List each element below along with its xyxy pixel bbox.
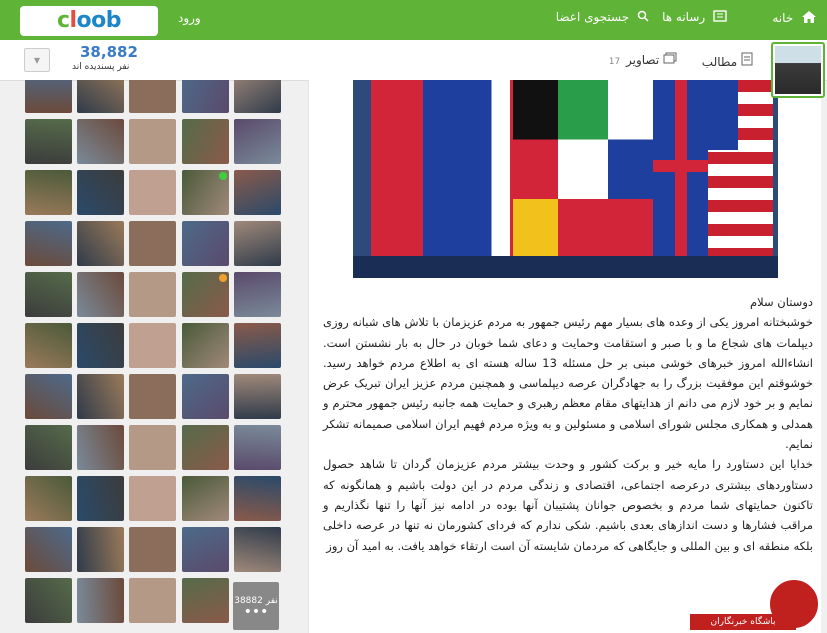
follower-avatar[interactable]	[233, 119, 281, 164]
follower-avatar[interactable]	[129, 221, 177, 266]
nav-home[interactable]: خانه	[772, 10, 817, 27]
follower-avatar[interactable]	[77, 578, 125, 623]
post-body: دوستان سلام خوشبختانه امروز یکی از وعده …	[323, 292, 813, 556]
table-edge	[353, 256, 778, 278]
post-card: دوستان سلام خوشبختانه امروز یکی از وعده …	[308, 80, 821, 633]
watermark-label: باشگاه خبرنگاران	[690, 614, 796, 630]
follower-avatar[interactable]	[181, 119, 229, 164]
follower-avatar[interactable]	[233, 323, 281, 368]
photos-count-badge: 17	[608, 57, 621, 67]
follower-avatar[interactable]	[25, 272, 72, 317]
likes-label: نفر پسندیده اند	[72, 62, 130, 72]
nav-member-search[interactable]: جستجوی اعضا	[556, 10, 649, 25]
follower-avatar[interactable]	[233, 221, 281, 266]
follower-avatar[interactable]	[129, 170, 177, 215]
flag-usa	[708, 80, 773, 260]
ellipsis-icon: •••	[243, 604, 269, 620]
nav-media[interactable]: رسانه ها	[662, 10, 727, 25]
follower-avatar[interactable]	[25, 170, 72, 215]
follower-avatar[interactable]	[25, 527, 72, 572]
media-icon	[713, 10, 727, 25]
follower-avatar[interactable]	[77, 323, 125, 368]
follower-avatar[interactable]	[129, 476, 177, 521]
follower-avatar[interactable]	[181, 221, 229, 266]
follower-avatar[interactable]	[129, 527, 177, 572]
follower-avatar[interactable]	[25, 476, 72, 521]
document-icon	[737, 52, 753, 69]
options-dropdown[interactable]: ▾	[24, 48, 50, 72]
follower-avatar[interactable]	[181, 374, 229, 419]
follower-avatar[interactable]	[25, 578, 72, 623]
nav-media-label: رسانه ها	[662, 10, 706, 24]
follower-avatar[interactable]	[233, 80, 281, 113]
follower-avatar[interactable]	[77, 119, 125, 164]
chevron-down-icon: ▾	[33, 53, 41, 67]
more-followers-button[interactable]: 38882 نفر •••	[233, 582, 279, 630]
tab-photos[interactable]: تصاویر 17	[609, 52, 677, 67]
follower-avatar[interactable]	[25, 80, 72, 113]
follower-avatar[interactable]	[181, 527, 229, 572]
login-link[interactable]: ورود	[178, 11, 201, 25]
profile-avatar[interactable]	[771, 42, 825, 98]
followers-grid	[22, 80, 284, 633]
flag-uk	[653, 80, 709, 260]
follower-avatar[interactable]	[77, 272, 125, 317]
follower-avatar[interactable]	[129, 119, 177, 164]
follower-avatar[interactable]	[233, 374, 281, 419]
photos-icon	[659, 52, 677, 67]
follower-avatar[interactable]	[77, 80, 125, 113]
page-subbar: ▾ 38,882 نفر پسندیده اند تصاویر 17 مطالب	[0, 40, 827, 81]
follower-avatar[interactable]	[77, 170, 125, 215]
follower-avatar[interactable]	[233, 425, 281, 470]
likes-count[interactable]: 38,882	[80, 43, 138, 61]
post-image[interactable]	[353, 80, 778, 278]
tab-posts-label: مطالب	[701, 55, 738, 69]
follower-avatar[interactable]	[181, 323, 229, 368]
follower-avatar[interactable]	[25, 119, 72, 164]
away-status-indicator	[219, 274, 227, 282]
follower-avatar[interactable]	[233, 527, 281, 572]
home-icon	[801, 10, 817, 27]
follower-avatar[interactable]	[77, 221, 125, 266]
follower-avatar[interactable]	[181, 425, 229, 470]
flag-eu	[423, 80, 479, 260]
follower-avatar[interactable]	[233, 476, 281, 521]
follower-avatar[interactable]	[129, 272, 177, 317]
follower-avatar[interactable]	[77, 374, 125, 419]
follower-avatar[interactable]	[77, 527, 125, 572]
follower-avatar[interactable]	[181, 80, 229, 113]
watermark-logo: باشگاه خبرنگاران	[690, 578, 820, 630]
follower-avatar[interactable]	[77, 425, 125, 470]
follower-avatar[interactable]	[181, 578, 229, 623]
follower-avatar[interactable]	[25, 323, 72, 368]
follower-avatar[interactable]	[25, 425, 72, 470]
post-paragraph: خدایا این دستاورد را مایه خیر و برکت کشو…	[323, 457, 813, 553]
follower-avatar[interactable]	[129, 578, 177, 623]
follower-avatar[interactable]	[129, 425, 177, 470]
tab-photos-label: تصاویر	[626, 53, 660, 67]
cloob-logo[interactable]: cloob	[20, 6, 158, 36]
follower-avatar[interactable]	[25, 221, 72, 266]
flag-china	[371, 80, 427, 260]
tab-posts[interactable]: مطالب	[702, 52, 753, 69]
follower-avatar[interactable]	[129, 323, 177, 368]
search-icon	[637, 10, 649, 25]
post-greeting: دوستان سلام	[749, 295, 813, 309]
follower-avatar[interactable]	[233, 272, 281, 317]
follower-avatar[interactable]	[233, 170, 281, 215]
post-paragraph: خوشبختانه امروز یکی از وعده های بسیار مه…	[323, 315, 814, 452]
top-navbar: cloob ورود جستجوی اعضا رسانه ها خانه	[0, 0, 827, 40]
nav-member-search-label: جستجوی اعضا	[555, 10, 630, 24]
nav-home-label: خانه	[772, 11, 794, 25]
online-status-indicator	[219, 172, 227, 180]
follower-avatar[interactable]	[129, 374, 177, 419]
follower-avatar[interactable]	[129, 80, 177, 113]
profile-photo	[775, 46, 821, 94]
follower-avatar[interactable]	[77, 476, 125, 521]
follower-avatar[interactable]	[25, 374, 72, 419]
follower-avatar[interactable]	[181, 476, 229, 521]
